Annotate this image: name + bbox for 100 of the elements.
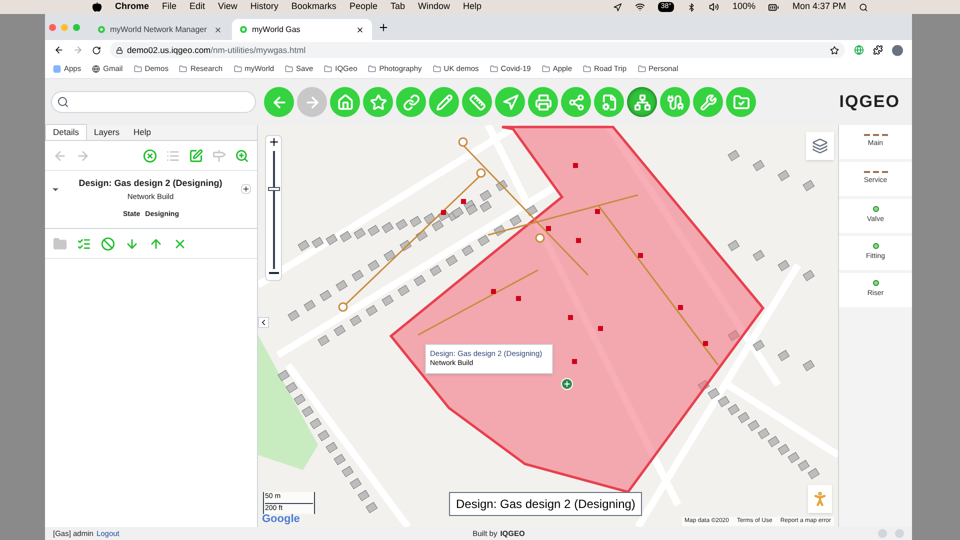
tool-button[interactable] xyxy=(561,87,591,117)
down-arrow-icon[interactable] xyxy=(125,236,139,251)
menu-item[interactable]: File xyxy=(162,0,177,14)
tool-button[interactable] xyxy=(594,87,624,117)
folder-icon xyxy=(490,65,498,73)
folder-icon xyxy=(583,65,591,73)
back-icon[interactable] xyxy=(54,45,64,55)
battery-icon[interactable] xyxy=(768,2,780,12)
tool-button[interactable] xyxy=(495,87,525,117)
design-label: Design: Gas design 2 (Designing) xyxy=(449,492,642,516)
menu-item[interactable]: Tab xyxy=(390,0,405,14)
new-tab-icon[interactable] xyxy=(378,22,389,32)
tool-button[interactable] xyxy=(660,87,690,117)
bookmark-star-icon[interactable] xyxy=(830,46,839,54)
dashed-line-icon xyxy=(864,134,888,136)
printer-icon xyxy=(534,94,552,110)
folder-icon xyxy=(179,65,188,73)
share-icon xyxy=(568,94,584,110)
menu-item[interactable]: Help xyxy=(463,0,482,14)
folder-check-icon xyxy=(732,94,750,110)
panel-tab[interactable]: Layers xyxy=(86,124,126,140)
menu-item[interactable]: Window xyxy=(418,0,450,14)
tool-button[interactable] xyxy=(429,87,459,117)
circle-symbol-icon xyxy=(872,243,878,250)
pegman-button[interactable] xyxy=(808,485,832,513)
tool-button[interactable] xyxy=(396,87,426,117)
search-field[interactable] xyxy=(51,91,256,113)
app-menu[interactable]: Chrome xyxy=(115,0,150,14)
network-icon xyxy=(634,94,650,110)
collapse-panel-icon[interactable] xyxy=(258,317,269,328)
design-title: Design: Gas design 2 (Designing) xyxy=(78,177,222,190)
extensions-icon[interactable] xyxy=(873,45,883,55)
reload-icon[interactable] xyxy=(92,46,101,54)
tool-button[interactable] xyxy=(462,87,492,117)
search-icon[interactable] xyxy=(859,2,868,12)
tool-button[interactable] xyxy=(627,87,657,117)
menu-bar-clock[interactable]: Mon 4:37 PM xyxy=(792,0,846,14)
lock-icon xyxy=(116,46,123,54)
tool-button[interactable] xyxy=(693,87,723,117)
apple-logo-icon[interactable] xyxy=(92,2,102,12)
folder-icon xyxy=(285,65,294,73)
plug-icon xyxy=(666,94,684,110)
tools-icon xyxy=(700,94,716,110)
forward-icon[interactable] xyxy=(73,45,83,55)
menu-item[interactable]: View xyxy=(218,0,238,14)
location-icon[interactable] xyxy=(612,2,622,12)
link-icon xyxy=(402,94,420,110)
menu-item[interactable]: People xyxy=(349,0,378,14)
search-icon xyxy=(57,96,69,108)
wifi-icon[interactable] xyxy=(634,2,645,12)
pencil-icon xyxy=(436,94,452,110)
tool-button[interactable] xyxy=(363,87,393,117)
layers-icon xyxy=(812,138,828,154)
home-icon xyxy=(336,94,354,110)
panel-tab[interactable]: Help xyxy=(126,124,158,140)
volume-icon[interactable] xyxy=(709,2,720,12)
ruler-icon xyxy=(468,94,486,110)
tool-button[interactable] xyxy=(330,87,360,117)
folder-icon xyxy=(234,65,242,73)
add-icon[interactable] xyxy=(241,184,251,194)
url-text: demo02.us.iqgeo.com/nm-utilities/mywgas.html xyxy=(127,44,306,56)
tool-button[interactable] xyxy=(528,87,558,117)
favicon-icon xyxy=(240,26,247,33)
favicon-icon xyxy=(98,26,105,33)
star-icon xyxy=(370,94,386,110)
tool-button[interactable] xyxy=(264,87,294,117)
folder-icon xyxy=(368,65,376,73)
folder-icon xyxy=(134,65,142,73)
folder-icon xyxy=(324,65,332,73)
globe-icon xyxy=(92,65,100,73)
list-icon[interactable] xyxy=(77,236,91,251)
browser-tab[interactable]: myWorld Gas xyxy=(232,19,372,40)
ban-icon[interactable] xyxy=(101,236,115,251)
menu-item[interactable]: History xyxy=(250,0,278,14)
battery-percent: 100% xyxy=(732,0,756,14)
close-tab-icon[interactable] xyxy=(356,26,364,34)
menu-item[interactable]: Bookmarks xyxy=(291,0,336,14)
close-circle-icon[interactable] xyxy=(143,148,157,162)
folder-icon xyxy=(542,65,550,73)
panel-tab[interactable]: Details xyxy=(45,124,87,140)
apps-grid-icon xyxy=(53,65,61,73)
profile-avatar[interactable] xyxy=(892,44,903,56)
navigation-arrow-icon xyxy=(502,94,518,110)
layers-button[interactable] xyxy=(806,132,834,160)
edit-icon[interactable] xyxy=(189,148,203,162)
circle-symbol-icon xyxy=(872,206,878,212)
circle-symbol-icon xyxy=(872,280,878,286)
zoom-in-icon[interactable] xyxy=(268,136,280,148)
dashed-line-icon xyxy=(864,171,888,174)
close-tab-icon[interactable] xyxy=(214,26,222,34)
extension-icon[interactable] xyxy=(854,45,864,55)
map-provider-logo: Google xyxy=(262,512,300,527)
bluetooth-icon[interactable] xyxy=(687,2,696,12)
menu-item[interactable]: Edit xyxy=(190,0,206,14)
zoom-slider-thumb[interactable] xyxy=(268,187,280,191)
address-field[interactable]: demo02.us.iqgeo.com/nm-utilities/mywgas.html xyxy=(110,42,845,58)
brand-logo: IQGEO xyxy=(839,91,900,114)
tool-button[interactable] xyxy=(726,87,756,117)
folder-icon xyxy=(638,65,646,73)
document-gear-icon xyxy=(600,94,618,110)
